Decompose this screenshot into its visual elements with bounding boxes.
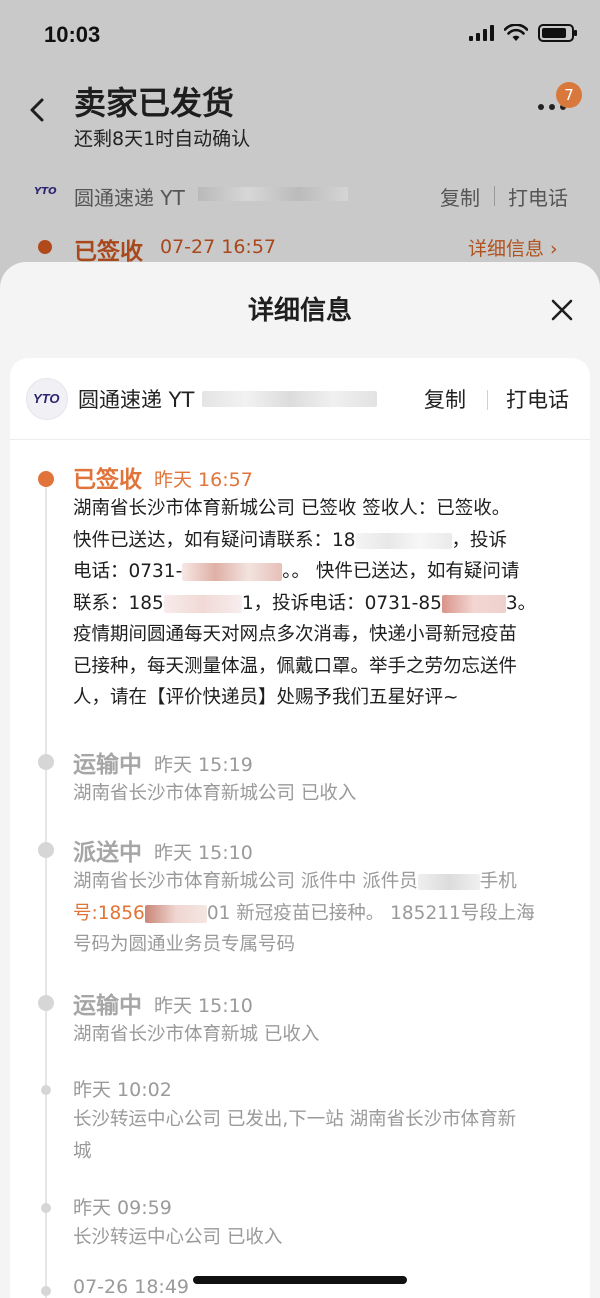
desc-line: 人，请在【评价快递员】处赐予我们五星好评~ xyxy=(73,687,459,708)
timeline-dot xyxy=(38,754,54,770)
timeline-dot-small xyxy=(41,1286,51,1296)
redacted-tracking-number xyxy=(202,391,377,407)
page-subtitle: 还剩8天1时自动确认 xyxy=(74,128,251,150)
redacted-phone xyxy=(182,563,283,581)
wifi-icon xyxy=(504,24,528,41)
desc-line: 疫情期间圆通每天对网点多次消毒，快递小哥新冠疫苗 xyxy=(73,624,518,645)
event-time: 07-26 18:49 xyxy=(73,1276,190,1298)
status-dot xyxy=(38,240,52,254)
event-status: 派送中 xyxy=(73,840,142,866)
event-time: 昨天 15:10 xyxy=(154,842,253,864)
status-time: 10:03 xyxy=(44,22,101,47)
courier-row: YTO 圆通速递 YT 复制 打电话 xyxy=(10,358,590,440)
tracking-card: YTO 圆通速递 YT 复制 打电话 已签收 昨天 16:57 湖南省长沙市体育… xyxy=(10,358,590,1298)
desc-text: 联系：185 xyxy=(73,592,164,614)
detail-sheet: 详细信息 YTO 圆通速递 YT 复制 打电话 已签收 昨天 16:57 湖南省… xyxy=(0,262,600,1298)
desc-text: 。。 快件已送达，如有疑问请 xyxy=(282,561,520,582)
event-description: 长沙转运中心公司 已发出,下一站 湖南省长沙市体育新 城 xyxy=(73,1104,573,1167)
battery-icon xyxy=(538,24,577,42)
desc-text: 手机 xyxy=(479,871,517,892)
desc-line: 湖南省长沙市体育新城公司 已签收 签收人：已签收。 xyxy=(73,498,511,519)
background-status: 已签收 xyxy=(74,239,143,265)
event-description: 湖南省长沙市体育新城 已收入 xyxy=(73,1019,573,1051)
event-time: 昨天 15:10 xyxy=(154,995,253,1017)
background-copy-button[interactable]: 复制 xyxy=(440,182,480,211)
desc-text: 01 新冠疫苗已接种。 185211号段上海 xyxy=(206,902,535,924)
courier-logo-text: YTO xyxy=(33,391,60,406)
signal-icon xyxy=(469,25,494,41)
close-icon[interactable] xyxy=(546,294,578,326)
courier-name: 圆通速递 YT xyxy=(78,388,195,412)
timeline-dot xyxy=(38,995,54,1011)
event-status: 已签收 xyxy=(73,467,142,493)
event-time: 昨天 15:19 xyxy=(154,754,253,776)
event-time: 昨天 09:59 xyxy=(73,1197,172,1219)
desc-text: 号:1856 xyxy=(73,902,145,924)
desc-text: 湖南省长沙市体育新城公司 派件中 派件员 xyxy=(73,871,418,892)
desc-text: 快件已送达，如有疑问请联系：18 xyxy=(73,529,356,551)
timeline-event: 运输中 昨天 15:10 湖南省长沙市体育新城 已收入 xyxy=(10,984,590,1054)
courier-logo: YTO xyxy=(26,378,68,420)
copy-button[interactable]: 复制 xyxy=(424,384,466,414)
background-courier-logo: YTO xyxy=(34,186,57,197)
detail-info-link[interactable]: 详细信息 › xyxy=(468,234,558,261)
background-status-time: 07-27 16:57 xyxy=(160,236,277,258)
redacted-phone xyxy=(441,594,506,613)
timeline-event: 运输中 昨天 15:19 湖南省长沙市体育新城公司 已收入 xyxy=(10,743,590,813)
event-description: 湖南省长沙市体育新城公司 派件中 派件员 手机 号:1856 01 新冠疫苗已接种。… xyxy=(73,866,573,961)
event-time: 昨天 10:02 xyxy=(73,1079,172,1101)
desc-line: 已接种，每天测量体温，佩戴口罩。举手之劳勿忘送件 xyxy=(73,655,518,677)
desc-line: 快件已送达，如有疑问请联系：18 ，投诉 xyxy=(73,525,573,557)
redacted-phone xyxy=(355,532,452,549)
notification-badge: 7 xyxy=(556,82,582,108)
timeline-dot-small xyxy=(41,1085,51,1095)
timeline-event: 已签收 昨天 16:57 湖南省长沙市体育新城公司 已签收 签收人：已签收。 快… xyxy=(10,458,590,728)
event-status: 运输中 xyxy=(73,752,142,778)
background-courier-name: 圆通速递 YT xyxy=(74,186,185,210)
desc-line: 湖南省长沙市体育新城 已收入 xyxy=(73,1024,320,1045)
redacted-phone xyxy=(144,904,207,923)
divider xyxy=(494,186,495,206)
desc-line: 湖南省长沙市体育新城公司 已收入 xyxy=(73,783,357,804)
timeline-dot-small xyxy=(41,1203,51,1213)
status-bar: 10:03 xyxy=(0,0,600,70)
desc-line: 城 xyxy=(73,1140,92,1162)
background-call-button[interactable]: 打电话 xyxy=(508,182,568,211)
desc-line: 联系：185 1，投诉电话：0731-85 3。 xyxy=(73,588,573,620)
desc-line: 长沙转运中心公司 已发出,下一站 湖南省长沙市体育新 xyxy=(73,1109,517,1130)
redacted-name xyxy=(417,874,480,890)
event-status: 运输中 xyxy=(73,993,142,1019)
desc-line: 湖南省长沙市体育新城公司 派件中 派件员 手机 xyxy=(73,866,573,898)
timeline-dot xyxy=(38,842,54,858)
timeline-event: 派送中 昨天 15:10 湖南省长沙市体育新城公司 派件中 派件员 手机 号:18… xyxy=(10,831,590,961)
desc-text: 1，投诉电话：0731-85 xyxy=(241,592,442,614)
sheet-title: 详细信息 xyxy=(247,296,352,326)
event-time: 昨天 16:57 xyxy=(154,469,253,491)
divider xyxy=(487,390,488,410)
desc-text: 3。 xyxy=(505,592,537,614)
desc-line: 长沙转运中心公司 已收入 xyxy=(73,1227,283,1248)
event-description: 湖南省长沙市体育新城公司 已收入 xyxy=(73,778,573,810)
timeline-dot-active xyxy=(38,471,54,487)
event-description: 湖南省长沙市体育新城公司 已签收 签收人：已签收。 快件已送达，如有疑问请联系：… xyxy=(73,493,573,729)
page-title: 卖家已发货 xyxy=(74,84,235,122)
timeline-event: 昨天 10:02 长沙转运中心公司 已发出,下一站 湖南省长沙市体育新 城 xyxy=(10,1073,590,1173)
timeline-event: 昨天 09:59 长沙转运中心公司 已收入 xyxy=(10,1191,590,1261)
back-icon[interactable] xyxy=(24,96,52,124)
desc-line: 号:1856 01 新冠疫苗已接种。 185211号段上海 xyxy=(73,898,573,930)
event-description: 长沙转运中心公司 已收入 xyxy=(73,1222,573,1254)
home-indicator[interactable] xyxy=(193,1276,407,1284)
desc-line: 电话：0731- 。。 快件已送达，如有疑问请 xyxy=(73,556,573,588)
status-icons xyxy=(469,24,577,42)
call-button[interactable]: 打电话 xyxy=(506,384,569,414)
desc-text: 电话：0731- xyxy=(73,561,183,582)
desc-line: 号码为圆通业务员专属号码 xyxy=(73,934,296,955)
desc-text: ，投诉 xyxy=(451,529,508,551)
redacted-phone xyxy=(163,594,242,613)
redacted-tracking-number xyxy=(198,187,348,201)
